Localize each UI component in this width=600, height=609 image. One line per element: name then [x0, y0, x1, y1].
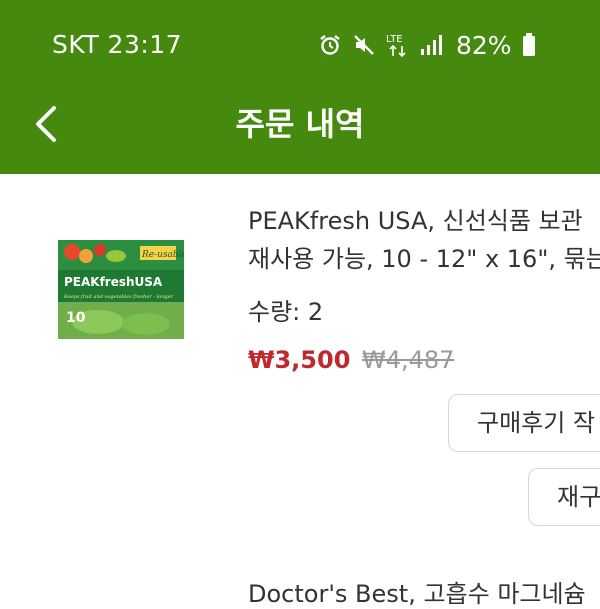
- thumbnail-tag: Re-usable: [141, 250, 184, 260]
- svg-text:LTE: LTE: [386, 34, 403, 45]
- battery-icon: [522, 33, 535, 56]
- product-name-line2: 재사용 가능, 10 - 12" x 16", 묶는: [248, 245, 600, 273]
- product-thumbnail[interactable]: Re-usable PEAKfreshUSA Keeps fruit and v…: [58, 240, 184, 339]
- next-order-product-name[interactable]: Doctor's Best, 고흡수 마그네슘: [248, 574, 586, 609]
- product-name[interactable]: PEAKfresh USA, 신선식품 보관 재사용 가능, 10 - 12" …: [248, 202, 600, 278]
- status-bar: SKT 23:17 LTE 82%: [0, 0, 600, 88]
- thumbnail-count: 10: [66, 310, 86, 326]
- page-title: 주문 내역: [235, 105, 365, 143]
- order-list[interactable]: Re-usable PEAKfreshUSA Keeps fruit and v…: [0, 174, 600, 608]
- reorder-button[interactable]: 재구: [528, 468, 600, 526]
- product-name-line1: PEAKfresh USA, 신선식품 보관: [248, 207, 583, 235]
- thumbnail-brand: PEAKfreshUSA: [64, 275, 163, 289]
- battery-percent: 82%: [456, 30, 512, 60]
- app-header: SKT 23:17 LTE 82% 주문 내역: [0, 0, 600, 174]
- quantity: 수량: 2: [248, 298, 324, 326]
- carrier-time: SKT 23:17: [52, 30, 183, 59]
- lte-icon: LTE: [386, 34, 406, 58]
- thumbnail-tagline: Keeps fruit and vegetables fresher - lon…: [63, 294, 174, 300]
- signal-icon: [421, 35, 442, 55]
- original-price: ₩4,487: [362, 346, 455, 374]
- status-icons: LTE 82%: [318, 30, 536, 60]
- nav-bar: 주문 내역: [0, 88, 600, 174]
- write-review-button[interactable]: 구매후기 작: [448, 394, 600, 452]
- mute-icon: [354, 35, 374, 55]
- alarm-icon: [320, 35, 340, 55]
- sale-price: ₩3,500: [248, 346, 351, 374]
